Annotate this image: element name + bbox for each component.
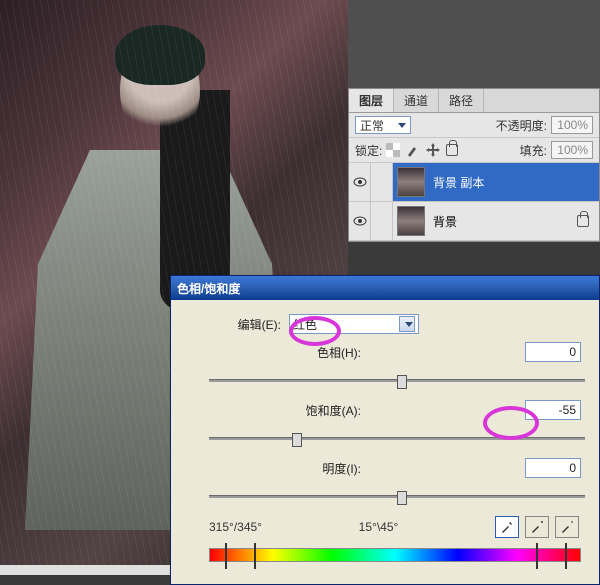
layer-row-copy[interactable]: 背景 副本 [349, 163, 599, 202]
chevron-down-icon [405, 322, 413, 327]
eyedropper-subtract-icon[interactable] [555, 516, 579, 538]
opacity-label: 不透明度: [496, 117, 547, 134]
layer-name[interactable]: 背景 副本 [429, 174, 599, 191]
annotation-circle [483, 406, 539, 440]
range-marker[interactable] [254, 543, 256, 569]
dialog-titlebar[interactable]: 色相/饱和度 [171, 276, 599, 300]
range-marker[interactable] [536, 543, 538, 569]
visibility-toggle[interactable] [349, 202, 371, 240]
annotation-circle [289, 316, 341, 346]
lock-icons [386, 143, 458, 157]
eye-icon [353, 177, 367, 187]
visibility-toggle[interactable] [349, 163, 371, 201]
layer-thumbnail[interactable] [397, 206, 425, 236]
lock-all-icon[interactable] [446, 144, 458, 156]
hue-saturation-dialog: 色相/饱和度 编辑(E): 红色 色相(H): 0 饱和度(A): -55 明度… [170, 275, 600, 585]
opacity-input[interactable]: 100% [551, 116, 593, 134]
color-spectrum[interactable] [209, 548, 581, 562]
fill-label: 填充: [520, 142, 547, 159]
lightness-label: 明度(I): [209, 460, 369, 477]
tab-channels[interactable]: 通道 [394, 89, 439, 112]
hue-input[interactable]: 0 [525, 342, 581, 362]
lock-transparency-icon[interactable] [386, 143, 400, 157]
hue-slider-thumb[interactable] [397, 375, 407, 389]
lock-move-icon[interactable] [426, 143, 440, 157]
range-left-label: 315°/345° [209, 520, 262, 534]
link-cell[interactable] [371, 163, 393, 201]
edit-label: 编辑(E): [209, 316, 289, 333]
blend-mode-select[interactable]: 正常 [355, 116, 411, 134]
eye-icon [353, 216, 367, 226]
lightness-slider[interactable] [209, 486, 585, 506]
saturation-label: 饱和度(A): [209, 402, 369, 419]
range-right-label: 15°\45° [359, 520, 399, 534]
hue-label: 色相(H): [209, 344, 369, 361]
eyedropper-icon[interactable] [495, 516, 519, 538]
panel-tabs: 图层 通道 路径 [349, 89, 599, 113]
layer-thumbnail[interactable] [397, 167, 425, 197]
eyedropper-add-icon[interactable] [525, 516, 549, 538]
lightness-slider-thumb[interactable] [397, 491, 407, 505]
hue-slider[interactable] [209, 370, 585, 390]
workspace-grey [348, 0, 600, 88]
saturation-slider-thumb[interactable] [292, 433, 302, 447]
tab-paths[interactable]: 路径 [439, 89, 484, 112]
layers-panel: 图层 通道 路径 正常 不透明度: 100% 锁定: 填充: 100% 背景 副… [348, 88, 600, 242]
fill-input[interactable]: 100% [551, 141, 593, 159]
lock-icon [577, 215, 589, 227]
lightness-input[interactable]: 0 [525, 458, 581, 478]
range-marker[interactable] [225, 543, 227, 569]
link-cell[interactable] [371, 202, 393, 240]
range-marker[interactable] [565, 543, 567, 569]
layer-name[interactable]: 背景 [429, 213, 577, 230]
lock-label: 锁定: [355, 142, 382, 159]
tab-layers[interactable]: 图层 [349, 89, 394, 112]
lock-brush-icon[interactable] [406, 143, 420, 157]
dialog-title: 色相/饱和度 [177, 280, 240, 297]
combo-button[interactable] [399, 316, 415, 332]
layer-row-bg[interactable]: 背景 [349, 202, 599, 241]
blend-mode-value: 正常 [360, 117, 384, 134]
chevron-down-icon [398, 123, 406, 128]
